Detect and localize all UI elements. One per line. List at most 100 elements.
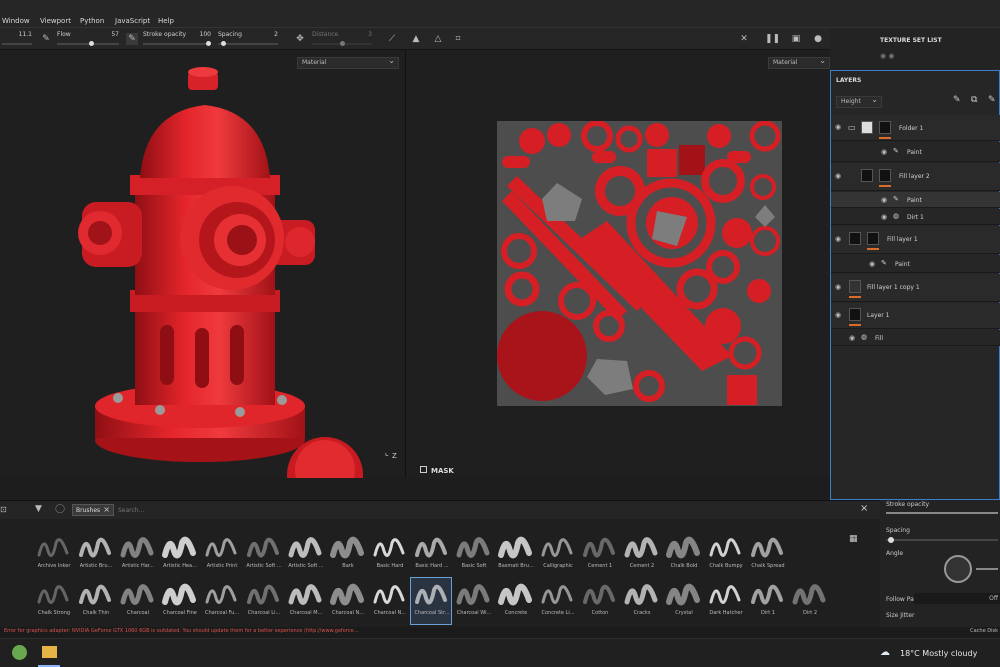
render-icon[interactable]: ● bbox=[812, 33, 824, 45]
brush-tile[interactable]: Artistic Hea... bbox=[159, 531, 199, 577]
tab-brushes[interactable]: Brushes × bbox=[72, 504, 114, 516]
brush-tile[interactable]: Artistic Soft ... bbox=[285, 531, 325, 577]
pen-pressure-icon[interactable]: ✎ bbox=[126, 33, 138, 45]
prop-spacing-knob[interactable] bbox=[888, 537, 894, 543]
brush-tile[interactable]: Charcoal bbox=[117, 578, 157, 624]
weather-icon[interactable]: ☁ bbox=[880, 647, 890, 658]
camera-off-icon[interactable]: ✕ bbox=[738, 33, 750, 45]
file-explorer-icon[interactable] bbox=[42, 646, 57, 658]
brush-tile[interactable]: Cement 2 bbox=[621, 531, 661, 577]
brush-tile[interactable]: Chalk Spread bbox=[747, 531, 787, 577]
follow-path-toggle[interactable]: Off bbox=[914, 593, 1000, 604]
layer-row-paint-2[interactable]: ◉ ✎ Paint bbox=[831, 255, 1000, 273]
size-slider[interactable]: 11.1 bbox=[2, 31, 32, 47]
brush-tile[interactable]: Charcoal Li... bbox=[243, 578, 283, 624]
visibility-eye-icon[interactable]: ◉ bbox=[835, 172, 841, 180]
visibility-eye-icon[interactable]: ◉ bbox=[881, 148, 887, 156]
visibility-eye-icon[interactable]: ◉ bbox=[835, 283, 841, 291]
brush-tile[interactable]: Artistic Bru... bbox=[75, 531, 115, 577]
visibility-eye-icon[interactable]: ◉ bbox=[881, 213, 887, 221]
lazy-mouse-icon[interactable]: ✥ bbox=[294, 33, 306, 45]
add-paint-icon[interactable]: ✎ bbox=[953, 95, 961, 105]
brush-tile[interactable]: Charcoal M... bbox=[285, 578, 325, 624]
brush-tile[interactable]: Dark Hatcher bbox=[705, 578, 745, 624]
layer-row-paint-selected[interactable]: ◉ ✎ Paint bbox=[831, 192, 1000, 208]
brush-tile[interactable]: Calligraphic bbox=[537, 531, 577, 577]
stroke-opacity-knob[interactable] bbox=[206, 41, 211, 46]
angle-slider[interactable] bbox=[976, 568, 998, 570]
brush-tile[interactable]: Charcoal N... bbox=[327, 578, 367, 624]
brush-tile[interactable]: Chalk Thin bbox=[75, 578, 115, 624]
brush-tile[interactable]: Dirt 1 bbox=[747, 578, 787, 624]
layer-row-fill[interactable]: ◉ ◍ Fill bbox=[831, 330, 1000, 346]
visibility-eye-icon[interactable]: ◉ bbox=[849, 334, 855, 342]
flow-knob[interactable] bbox=[89, 41, 95, 46]
layer-row-layer-1[interactable]: ◉ Layer 1 bbox=[831, 303, 1000, 329]
brush-tile[interactable]: Concrete bbox=[495, 578, 535, 624]
blend-mode-select[interactable]: Height bbox=[836, 95, 882, 108]
brush-tile[interactable]: Artistic Soft ... bbox=[243, 531, 283, 577]
layer-row-fill-layer-2[interactable]: ◉ Fill layer 2 bbox=[831, 163, 1000, 191]
mirror-icon[interactable]: ▲ bbox=[410, 33, 422, 45]
pause-icon[interactable]: ❚❚ bbox=[765, 33, 780, 45]
layer-row-dirt-1[interactable]: ◉ ◍ Dirt 1 bbox=[831, 209, 1000, 225]
brush-tile[interactable]: Archive Inker bbox=[33, 531, 73, 577]
brush-tile[interactable]: Chalk Strong bbox=[33, 578, 73, 624]
display-mode-icon[interactable]: ▣ bbox=[790, 33, 802, 45]
grid-view-icon[interactable]: ▦ bbox=[849, 534, 858, 544]
add-mask-icon[interactable]: ✎ bbox=[988, 95, 996, 105]
tiling-icon[interactable]: △ bbox=[432, 33, 444, 45]
brush-tile[interactable]: Basic Hard bbox=[369, 531, 409, 577]
brush-tile[interactable]: Charcoal N... bbox=[369, 578, 409, 624]
menu-help[interactable]: Help bbox=[158, 17, 174, 25]
brush-tile[interactable]: Cracks bbox=[621, 578, 661, 624]
search-clear-icon[interactable]: × bbox=[860, 503, 868, 514]
brush-tile[interactable]: Basmati Bru... bbox=[495, 531, 535, 577]
layer-row-folder-1[interactable]: ◉ ▭ Folder 1 bbox=[831, 115, 1000, 141]
brush-tile[interactable]: Artistic Print bbox=[201, 531, 241, 577]
shelf-settings-icon[interactable]: ⊡ bbox=[0, 505, 7, 514]
layer-row-fill-layer-1-copy-1[interactable]: ◉ Fill layer 1 copy 1 bbox=[831, 274, 1000, 302]
brush-tile[interactable]: Basic Soft bbox=[453, 531, 493, 577]
distance-slider[interactable]: Distance 3 bbox=[312, 31, 372, 47]
visibility-eye-icon[interactable]: ◉ bbox=[835, 123, 841, 131]
visibility-eye-icon[interactable]: ◉ bbox=[835, 235, 841, 243]
visibility-eye-icon[interactable]: ◉ bbox=[881, 196, 887, 204]
visibility-eye-icon[interactable]: ◉ bbox=[835, 311, 841, 319]
brush-tile[interactable]: Basic Hard ... bbox=[411, 531, 451, 577]
shelf-toggle-icon[interactable]: ◯ bbox=[55, 504, 65, 514]
app-icon-1[interactable] bbox=[12, 645, 27, 660]
brush-tile[interactable]: Charcoal Wi... bbox=[453, 578, 493, 624]
brush-tile[interactable]: Crystal bbox=[663, 578, 703, 624]
shelf-search-input[interactable] bbox=[118, 505, 838, 516]
layer-row-fill-layer-1[interactable]: ◉ Fill layer 1 bbox=[831, 226, 1000, 254]
menu-javascript[interactable]: JavaScript bbox=[115, 17, 150, 25]
layer-row-paint[interactable]: ◉ ✎ Paint bbox=[831, 142, 1000, 162]
uv-texture-map[interactable] bbox=[497, 120, 782, 406]
weather-text[interactable]: 18°C Mostly cloudy bbox=[900, 649, 977, 658]
spacing-knob[interactable] bbox=[220, 41, 226, 46]
brush-tile[interactable]: Dirt 2 bbox=[789, 578, 829, 624]
stroke-opacity-slider[interactable]: Stroke opacity 100 bbox=[143, 31, 211, 47]
menu-python[interactable]: Python bbox=[80, 17, 104, 25]
filter-icon[interactable]: ▼ bbox=[35, 504, 42, 514]
flow-slider[interactable]: Flow 57 bbox=[57, 31, 119, 47]
brush-tile[interactable]: Chalk Bumpy bbox=[705, 531, 745, 577]
brush-tile[interactable]: Cotton bbox=[579, 578, 619, 624]
brush-tile[interactable]: Bark bbox=[327, 531, 367, 577]
texture-set-settings-icon[interactable]: ◉ ◉ bbox=[880, 52, 894, 60]
visibility-eye-icon[interactable]: ◉ bbox=[869, 260, 875, 268]
brush-tile[interactable]: Artistic Har... bbox=[117, 531, 157, 577]
brush-tile[interactable]: Charcoal Fu... bbox=[201, 578, 241, 624]
tab-close-icon[interactable]: × bbox=[103, 505, 110, 514]
brush-tile[interactable]: Chalk Bold bbox=[663, 531, 703, 577]
brush-tile[interactable]: Concrete Li... bbox=[537, 578, 577, 624]
crop-icon[interactable]: ⌗ bbox=[452, 33, 464, 45]
prop-stroke-opacity-slider[interactable] bbox=[886, 512, 998, 514]
prop-spacing-slider[interactable] bbox=[886, 539, 998, 541]
viewport-3d[interactable]: Material ⌞ Z bbox=[0, 50, 404, 478]
brush-icon[interactable]: ✎ bbox=[40, 33, 52, 45]
brush-tile[interactable]: Cement 1 bbox=[579, 531, 619, 577]
brush-tile[interactable]: Charcoal Str... bbox=[410, 577, 452, 625]
viewport2d-material-select[interactable]: Material bbox=[768, 56, 830, 69]
